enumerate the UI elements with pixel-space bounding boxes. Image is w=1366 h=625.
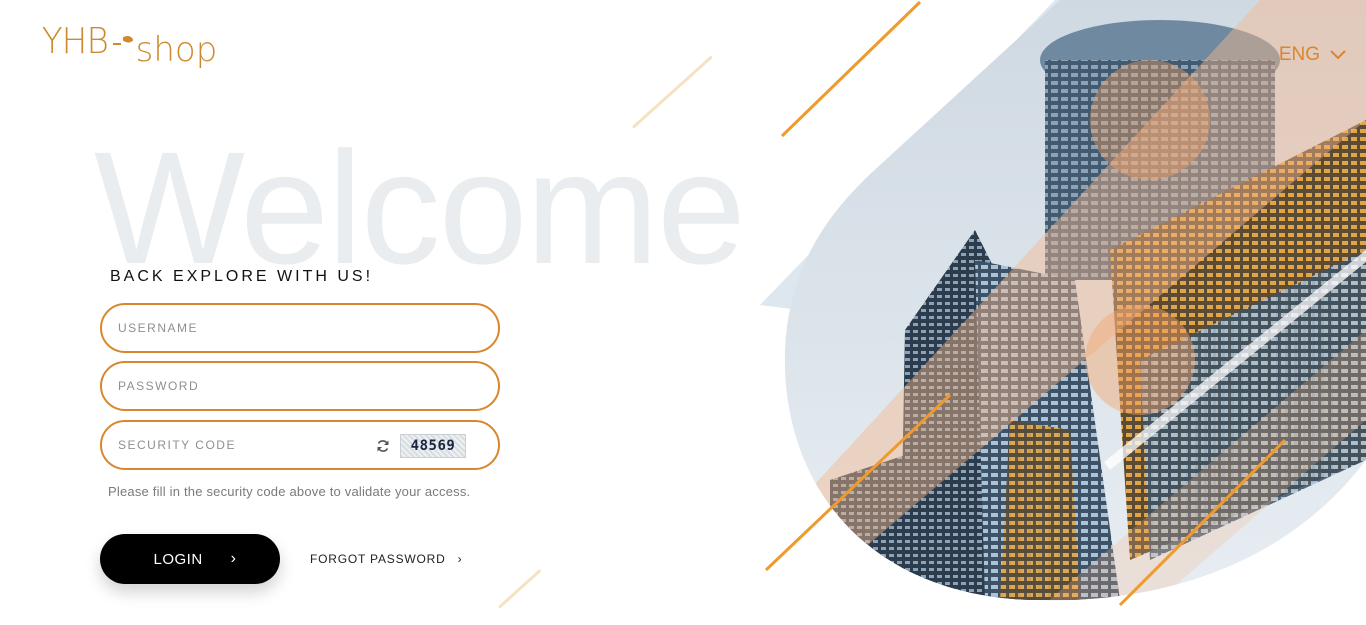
security-code-input[interactable] <box>118 438 368 452</box>
forgot-password-label: FORGOT PASSWORD <box>310 552 446 566</box>
username-field[interactable] <box>100 303 500 353</box>
tagline: BACK EXPLORE WITH US! <box>110 268 374 285</box>
captcha-image[interactable]: 48569 <box>400 434 466 458</box>
chevron-right-icon: › <box>230 550 237 567</box>
brand-logo[interactable]: YHB shop <box>40 21 218 71</box>
forgot-password-link[interactable]: FORGOT PASSWORD › <box>310 552 462 566</box>
language-label: ENG <box>1278 44 1320 65</box>
login-button[interactable]: LOGIN › <box>100 534 280 584</box>
logo-brand-text: YHB <box>41 21 109 62</box>
language-selector[interactable]: ENG <box>1279 44 1346 66</box>
refresh-icon[interactable] <box>376 439 390 453</box>
logo-mark-icon <box>112 35 133 45</box>
password-input[interactable] <box>118 379 482 393</box>
security-hint: Please fill in the security code above t… <box>108 484 471 499</box>
password-field[interactable] <box>100 361 500 411</box>
decor-line <box>497 568 542 609</box>
login-label: LOGIN <box>153 550 203 568</box>
chevron-right-icon: › <box>457 552 463 566</box>
username-input[interactable] <box>118 321 482 335</box>
chevron-down-icon <box>1330 50 1346 60</box>
security-code-field[interactable]: 48569 <box>100 420 500 470</box>
logo-shop-text: shop <box>135 30 218 70</box>
